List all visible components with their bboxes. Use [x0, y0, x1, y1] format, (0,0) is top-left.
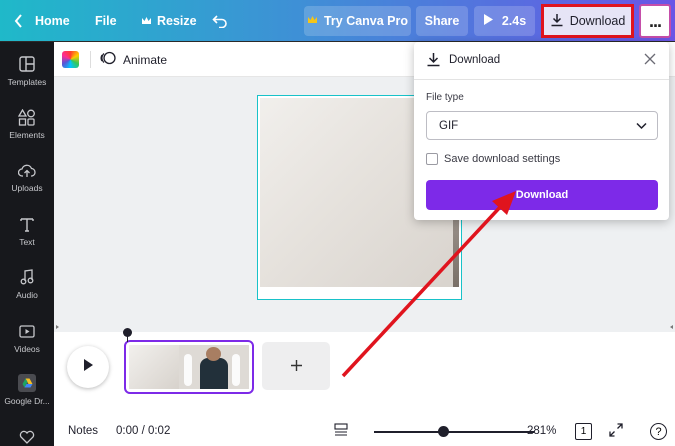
more-options-button[interactable]: ... — [639, 4, 671, 38]
try-canva-pro-button[interactable]: Try Canva Pro — [304, 6, 411, 36]
text-icon — [20, 214, 34, 234]
animate-icon — [100, 50, 116, 69]
play-icon — [483, 13, 494, 29]
download-icon — [550, 13, 564, 30]
page-number: 1 — [580, 426, 587, 437]
sidebar-item-label: Audio — [16, 290, 38, 300]
crown-icon — [141, 16, 152, 26]
playhead[interactable] — [123, 328, 132, 342]
file-type-label: File type — [426, 92, 464, 103]
sidebar-item-label: Uploads — [11, 183, 43, 193]
sidebar-item-label: Videos — [14, 344, 40, 354]
clip-frame-detail — [206, 347, 221, 361]
audio-icon — [20, 267, 34, 287]
try-pro-label: Try Canva Pro — [323, 14, 409, 28]
more-icon: ... — [648, 11, 662, 31]
file-label: File — [95, 14, 117, 28]
chevron-left-icon — [14, 14, 23, 28]
sidebar-item-videos[interactable]: Videos — [0, 321, 54, 354]
undo-icon — [212, 14, 228, 28]
page-number-button[interactable]: 1 — [575, 423, 592, 440]
play-icon — [82, 358, 94, 377]
uploads-icon — [18, 160, 36, 180]
play-preview-button[interactable]: 2.4s — [474, 6, 535, 36]
download-label: Download — [569, 14, 626, 28]
timeline-toggle-icon[interactable] — [334, 423, 348, 442]
resize-button[interactable]: Resize — [141, 0, 197, 42]
clip-frame-detail — [184, 354, 192, 386]
share-label: Share — [424, 14, 460, 28]
zoom-slider[interactable] — [374, 431, 534, 433]
timeline — [54, 328, 675, 418]
zoom-level[interactable]: 281% — [527, 425, 556, 437]
sidebar-item-label: Text — [19, 237, 35, 247]
download-panel-title: Download — [449, 54, 501, 66]
share-button[interactable]: Share — [416, 6, 468, 36]
sidebar: Templates Elements Uploads Text Audio Vi… — [0, 42, 54, 446]
animate-button[interactable]: Animate — [100, 42, 167, 77]
download-panel-header: Download — [414, 42, 669, 78]
google-drive-icon — [18, 373, 36, 393]
notes-button[interactable]: Notes — [68, 425, 98, 437]
sidebar-item-more[interactable] — [0, 427, 54, 446]
clip-frame-detail — [200, 358, 228, 389]
plus-icon — [290, 355, 303, 378]
horizontal-scrollbar[interactable] — [54, 322, 675, 332]
help-button[interactable]: ? — [650, 423, 667, 440]
sidebar-item-google-drive[interactable]: Google Dr... — [0, 373, 54, 406]
footer-bar: Notes 0:00 / 0:02 281% 1 ? — [54, 418, 675, 446]
sidebar-item-templates[interactable]: Templates — [0, 54, 54, 87]
panel-download-button[interactable]: Download — [426, 180, 658, 210]
play-duration: 2.4s — [501, 14, 527, 28]
download-icon — [426, 52, 441, 72]
panel-divider — [414, 79, 669, 80]
toolbar-divider — [90, 51, 91, 68]
crown-icon — [307, 14, 318, 28]
undo-button[interactable] — [212, 0, 228, 42]
save-settings-label: Save download settings — [444, 153, 561, 165]
zoom-slider-handle[interactable] — [438, 426, 449, 437]
sidebar-item-label: Templates — [7, 77, 47, 87]
file-menu[interactable]: File — [95, 0, 117, 42]
home-label: Home — [35, 14, 70, 28]
top-bar: Home File Resize Try Canva Pro Share 2.4… — [0, 0, 675, 42]
home-button[interactable]: Home — [14, 0, 70, 42]
sidebar-item-elements[interactable]: Elements — [0, 107, 54, 140]
timeline-play-button[interactable] — [67, 346, 109, 388]
heart-icon — [19, 427, 35, 446]
color-picker-button[interactable] — [62, 51, 79, 68]
timeline-clip[interactable] — [124, 340, 254, 394]
file-type-value: GIF — [439, 119, 459, 132]
videos-icon — [19, 321, 35, 341]
save-settings-checkbox[interactable] — [426, 153, 438, 165]
elements-icon — [18, 107, 36, 127]
fullscreen-icon[interactable] — [609, 423, 623, 442]
download-panel: Download File type GIF Save download set… — [414, 42, 669, 220]
download-button[interactable]: Download — [541, 4, 634, 38]
resize-label: Resize — [157, 14, 197, 28]
animate-label: Animate — [123, 52, 168, 67]
chevron-down-icon — [636, 121, 647, 133]
timeline-time: 0:00 / 0:02 — [116, 425, 171, 437]
sidebar-item-uploads[interactable]: Uploads — [0, 160, 54, 193]
close-icon[interactable] — [643, 52, 657, 71]
file-type-select[interactable]: GIF — [426, 111, 658, 140]
add-clip-button[interactable] — [262, 342, 330, 390]
sidebar-item-label: Elements — [9, 130, 45, 140]
sidebar-item-text[interactable]: Text — [0, 214, 54, 247]
sidebar-item-label: Google Dr... — [4, 396, 50, 406]
help-icon: ? — [655, 425, 662, 438]
clip-frame-detail — [232, 354, 240, 386]
clip-frame — [129, 345, 179, 389]
templates-icon — [19, 54, 35, 74]
sidebar-item-audio[interactable]: Audio — [0, 267, 54, 300]
